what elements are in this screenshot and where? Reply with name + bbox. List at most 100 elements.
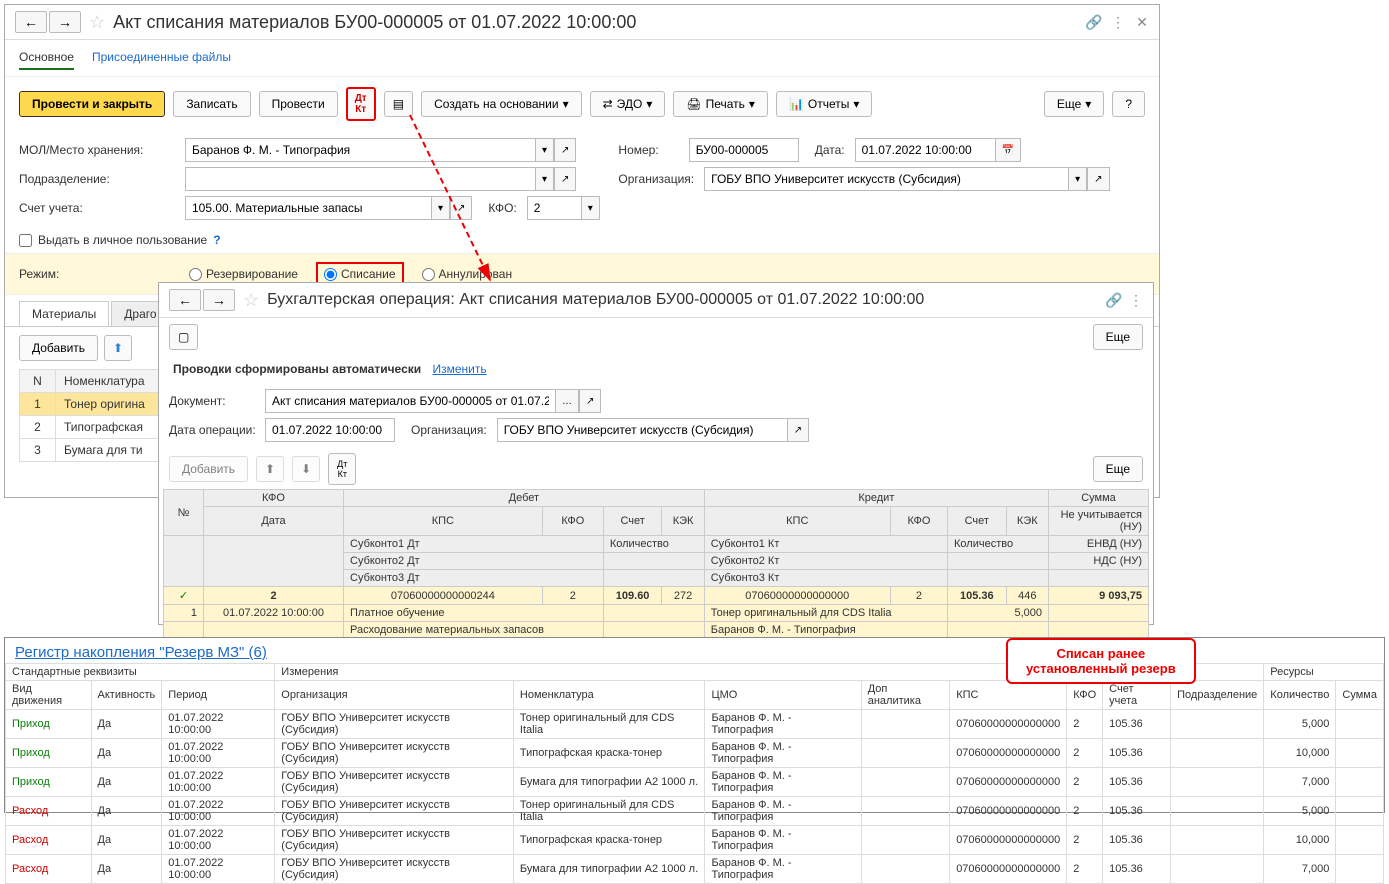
dropdown-button[interactable]: ▾	[535, 167, 554, 191]
opdate-input[interactable]	[265, 418, 395, 442]
post-button[interactable]: Провести	[259, 91, 338, 117]
kfo-label: КФО:	[488, 201, 516, 215]
link-icon[interactable]: 🔗	[1107, 293, 1121, 307]
close-icon[interactable]: ✕	[1135, 15, 1149, 29]
open-button[interactable]: ↗	[579, 389, 601, 413]
register-row[interactable]: РасходДа01.07.2022 10:00:00ГОБУ ВПО Унив…	[6, 797, 1384, 826]
register-row[interactable]: ПриходДа01.07.2022 10:00:00ГОБУ ВПО Унив…	[6, 739, 1384, 768]
create-basis-button[interactable]: Создать на основании ▾	[421, 91, 582, 117]
dtkt-icon: ДтКт	[355, 93, 367, 115]
org-input[interactable]	[704, 167, 1068, 191]
link-icon[interactable]: 🔗	[1087, 15, 1101, 29]
more-button[interactable]: Еще	[1093, 324, 1143, 350]
more-button[interactable]: Еще ▾	[1044, 91, 1104, 117]
ellipsis-button[interactable]: …	[555, 389, 579, 413]
dtkt-button[interactable]: ДтКт	[346, 87, 376, 121]
toolbar: Провести и закрыть Записать Провести ДтК…	[5, 77, 1159, 131]
print-button[interactable]: 🖨 Печать ▾	[673, 91, 768, 117]
chevron-down-icon: ▾	[853, 97, 859, 111]
main-tabs: Основное Присоединенные файлы	[5, 40, 1159, 77]
accounting-window: ← → ☆ Бухгалтерская операция: Акт списан…	[158, 282, 1154, 625]
dept-label: Подразделение:	[19, 172, 179, 186]
table-row[interactable]: 2Типографская	[20, 416, 159, 439]
help-icon[interactable]: ?	[213, 233, 220, 247]
nav-back[interactable]: ←	[15, 11, 47, 33]
dropdown-button[interactable]: ▾	[535, 138, 554, 162]
dtkt-button2[interactable]: ДтКт	[328, 453, 356, 485]
post-close-button[interactable]: Провести и закрыть	[19, 91, 165, 117]
num-label: Номер:	[618, 143, 658, 157]
window-title: Акт списания материалов БУ00-000005 от 0…	[113, 12, 1079, 33]
group-res: Ресурсы	[1264, 664, 1384, 681]
entries-grid: № КФО Дебет Кредит Сумма Дата КПСКФОСчет…	[163, 489, 1149, 639]
open-button[interactable]: ↗	[554, 167, 576, 191]
register-row[interactable]: ПриходДа01.07.2022 10:00:00ГОБУ ВПО Унив…	[6, 768, 1384, 797]
reports-button[interactable]: 📊 Отчеты ▾	[776, 91, 872, 117]
entry-row[interactable]: ✓ 2 070600000000002442109.60272 07060000…	[164, 587, 1149, 605]
kebab-icon[interactable]: ⋮	[1129, 293, 1143, 307]
nav-back[interactable]: ←	[169, 289, 201, 311]
printer-icon: 🖨	[686, 97, 701, 111]
org-label: Организация:	[411, 423, 487, 437]
number-input[interactable]	[689, 138, 799, 162]
personal-use-checkbox[interactable]	[19, 234, 32, 247]
list-icon: ▤	[393, 97, 404, 111]
mode-reserve-radio[interactable]: Резервирование	[189, 267, 298, 281]
save-button[interactable]: Записать	[173, 91, 250, 117]
register-row[interactable]: РасходДа01.07.2022 10:00:00ГОБУ ВПО Унив…	[6, 826, 1384, 855]
group-std: Стандартные реквизиты	[6, 664, 275, 681]
nav-forward[interactable]: →	[49, 11, 81, 33]
opdate-label: Дата операции:	[169, 423, 259, 437]
org-label: Организация:	[618, 172, 694, 186]
tab-files[interactable]: Присоединенные файлы	[92, 46, 231, 70]
open-button[interactable]: ↗	[1087, 167, 1109, 191]
change-link[interactable]: Изменить	[432, 362, 486, 376]
add-button: Добавить	[169, 456, 248, 482]
entry-row[interactable]: Расходование материальных запасов Барано…	[164, 622, 1149, 639]
favorite-icon[interactable]: ☆	[89, 12, 105, 33]
move-up-button[interactable]: ⬆	[104, 335, 132, 361]
date-input[interactable]	[855, 138, 995, 162]
mode-cancel-radio[interactable]: Аннулирован	[422, 267, 513, 281]
group-button[interactable]: ▢	[169, 324, 198, 350]
dropdown-button[interactable]: ▾	[1068, 167, 1087, 191]
register-row[interactable]: РасходДа01.07.2022 10:00:00ГОБУ ВПО Унив…	[6, 855, 1384, 884]
list-button[interactable]: ▤	[384, 91, 413, 117]
kebab-icon[interactable]: ⋮	[1111, 15, 1125, 29]
dropdown-button[interactable]: ▾	[581, 196, 600, 220]
nav-forward[interactable]: →	[203, 289, 235, 311]
chevron-down-icon: ▾	[749, 97, 755, 111]
table-row[interactable]: 3Бумага для ти	[20, 439, 159, 462]
open-button[interactable]: ↗	[787, 418, 809, 442]
register-title-link[interactable]: Регистр накопления "Резерв МЗ" (6)	[5, 638, 277, 663]
dropdown-button[interactable]: ▾	[431, 196, 450, 220]
chevron-down-icon: ▾	[563, 97, 569, 111]
open-button[interactable]: ↗	[554, 138, 576, 162]
open-button[interactable]: ↗	[450, 196, 472, 220]
annotation-callout: Списан ранее установленный резерв	[1006, 638, 1196, 684]
entry-row[interactable]: 1 01.07.2022 10:00:00 Платное обучение Т…	[164, 605, 1149, 622]
org-input[interactable]	[497, 418, 787, 442]
col-nomenclature: Номенклатура	[56, 370, 159, 393]
dept-input[interactable]	[185, 167, 535, 191]
personal-use-label: Выдать в личное пользование	[38, 233, 207, 247]
favorite-icon[interactable]: ☆	[243, 290, 259, 311]
mol-label: МОЛ/Место хранения:	[19, 143, 179, 157]
dtkt-icon: ДтКт	[337, 459, 347, 479]
col-n: N	[20, 370, 56, 393]
tab-main[interactable]: Основное	[19, 46, 74, 70]
table-row[interactable]: 1Тонер оригина	[20, 393, 159, 416]
register-row[interactable]: ПриходДа01.07.2022 10:00:00ГОБУ ВПО Унив…	[6, 710, 1384, 739]
acct-input[interactable]	[185, 196, 431, 220]
subtab-materials[interactable]: Материалы	[19, 301, 109, 326]
doc-input[interactable]	[265, 389, 555, 413]
date-label: Дата:	[815, 143, 845, 157]
mol-input[interactable]	[185, 138, 535, 162]
edo-button[interactable]: ⇄ ЭДО ▾	[590, 91, 666, 117]
kfo-input[interactable]	[527, 196, 581, 220]
calendar-button[interactable]: 📅	[995, 138, 1021, 162]
add-row-button[interactable]: Добавить	[19, 335, 98, 361]
titlebar: ← → ☆ Акт списания материалов БУ00-00000…	[5, 5, 1159, 40]
help-button[interactable]: ?	[1112, 91, 1145, 117]
more-button2[interactable]: Еще	[1093, 456, 1143, 482]
